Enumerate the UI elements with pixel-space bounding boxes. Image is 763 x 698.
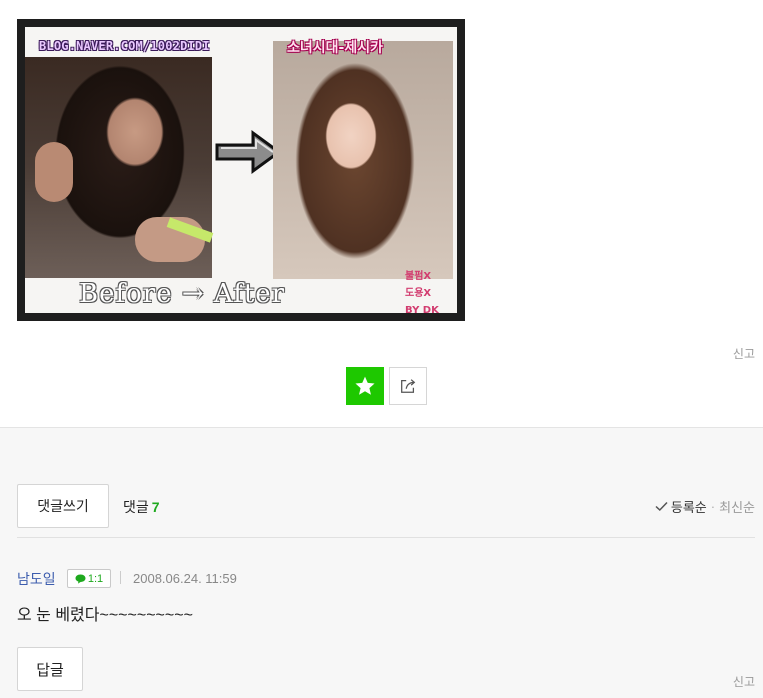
sort-registration-order[interactable]: 등록순 xyxy=(671,497,707,516)
before-photo-hand xyxy=(35,142,73,202)
one-on-one-chat-button[interactable]: 1:1 xyxy=(67,569,111,588)
report-post-link[interactable]: 신고 xyxy=(733,345,755,362)
sort-latest[interactable]: 최신순 xyxy=(719,497,755,516)
reply-button[interactable]: 답글 xyxy=(17,647,83,691)
comment-body: 오 눈 베렸다~~~~~~~~~~ xyxy=(17,607,193,624)
page: BLOG.NAVER.COM/1002DIDI 소녀시대-제시카 Before … xyxy=(0,0,763,698)
comment-section xyxy=(0,427,763,698)
comment-count-label: 댓글 xyxy=(123,499,149,515)
post-image[interactable]: BLOG.NAVER.COM/1002DIDI 소녀시대-제시카 Before … xyxy=(17,19,465,321)
post-image-canvas: BLOG.NAVER.COM/1002DIDI 소녀시대-제시카 Before … xyxy=(25,27,457,313)
comment-author[interactable]: 남도일 xyxy=(17,569,56,589)
comment-timestamp: 2008.06.24. 11:59 xyxy=(133,571,237,586)
comment-sort: 등록순 · 최신순 xyxy=(655,497,755,516)
check-icon xyxy=(655,501,668,512)
comment-count-number: 7 xyxy=(151,499,160,515)
side-note: 불펌X 도용X BY DK xyxy=(405,268,439,313)
meta-separator xyxy=(120,571,121,584)
chat-badge-label: 1:1 xyxy=(87,572,104,585)
side-note-line: BY DK xyxy=(405,305,439,313)
before-photo xyxy=(25,57,214,278)
sort-separator: · xyxy=(710,499,716,514)
write-comment-button[interactable]: 댓글쓰기 xyxy=(17,484,109,528)
after-photo xyxy=(273,41,453,279)
share-icon xyxy=(401,379,416,393)
divider xyxy=(17,537,755,538)
watermark-title: 소녀시대-제시카 xyxy=(287,40,383,56)
star-icon xyxy=(355,376,375,395)
report-comment-link[interactable]: 신고 xyxy=(733,673,755,690)
watermark-blog-url: BLOG.NAVER.COM/1002DIDI xyxy=(39,39,210,53)
share-button[interactable] xyxy=(389,367,427,405)
before-after-caption: Before → After xyxy=(79,279,286,309)
sympathy-star-button[interactable] xyxy=(346,367,384,405)
comment-count: 댓글 7 xyxy=(123,497,160,517)
side-note-line: 불펌X xyxy=(405,271,432,282)
chat-bubble-icon xyxy=(75,574,86,584)
side-note-line: 도용X xyxy=(405,288,432,299)
